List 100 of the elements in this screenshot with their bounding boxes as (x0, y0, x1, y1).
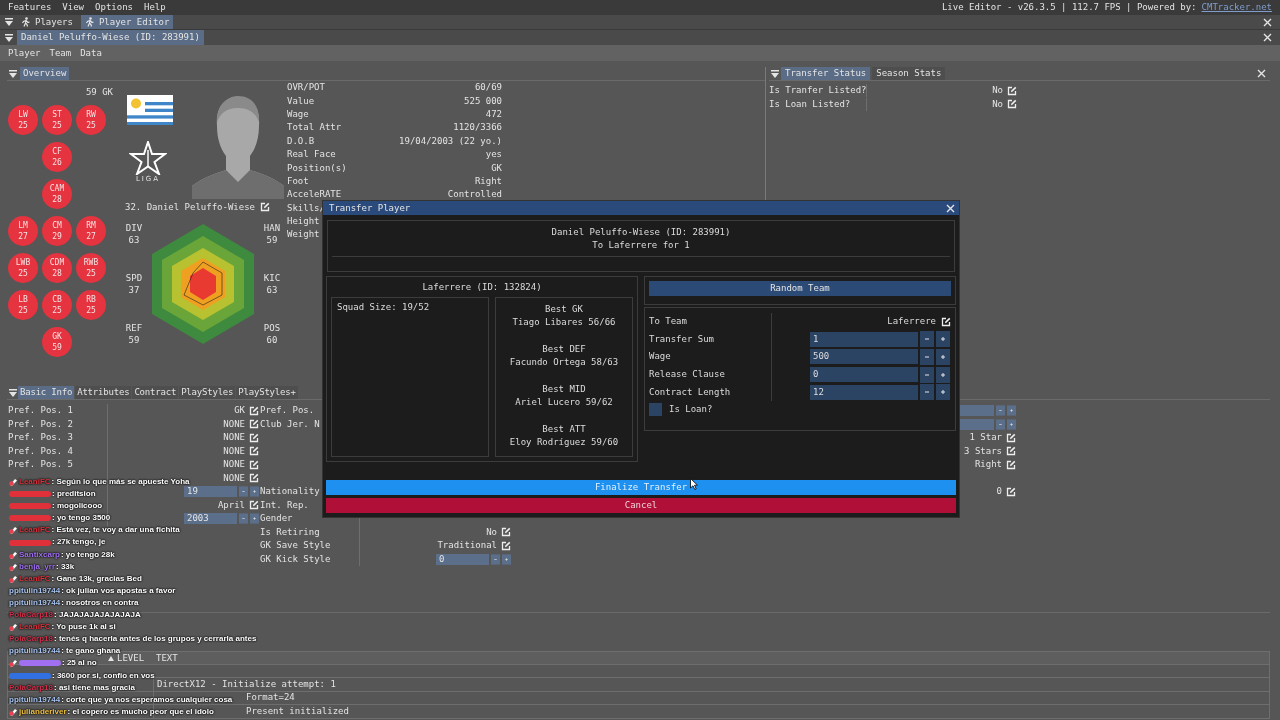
minus-button[interactable] (491, 553, 500, 565)
edit-icon[interactable] (1007, 99, 1017, 110)
position-badge[interactable]: CM 29 (42, 216, 72, 246)
edit-icon[interactable] (249, 459, 259, 470)
stat-value: 63 (128, 234, 140, 246)
edit-icon[interactable] (249, 446, 259, 457)
link[interactable]: CMTracker.net (1201, 1, 1272, 14)
plus-button[interactable] (936, 349, 950, 365)
position-badge[interactable]: CF 26 (42, 142, 72, 172)
field-value: No (992, 97, 1003, 111)
menu-item[interactable]: Data (80, 46, 102, 60)
column-header[interactable]: TEXT (156, 651, 178, 665)
position-badge[interactable]: LB 25 (8, 290, 38, 320)
number-field[interactable]: 19 (184, 486, 237, 498)
edit-icon[interactable] (1006, 446, 1016, 457)
minus-button[interactable] (239, 486, 248, 498)
plus-button[interactable] (1007, 418, 1016, 430)
sort-icon[interactable] (108, 655, 114, 661)
position-badge[interactable]: RB 25 (76, 290, 106, 320)
edit-icon[interactable] (249, 473, 259, 484)
edit-icon[interactable] (501, 540, 511, 551)
chat-username[interactable]: ppitulin19744 (9, 596, 61, 610)
minus-button[interactable] (920, 384, 934, 401)
menu-item[interactable]: Features (8, 1, 52, 14)
tab[interactable]: Daniel Peluffo-Wiese (ID: 283991) (17, 30, 204, 45)
number-field[interactable]: 1 (810, 331, 918, 347)
tab[interactable]: Attributes (75, 386, 132, 399)
minus-button[interactable] (239, 513, 248, 525)
random-team-button[interactable]: Random Team (649, 281, 951, 296)
menu-item[interactable]: Options (95, 1, 133, 14)
edit-icon[interactable] (1006, 486, 1016, 497)
menu-item[interactable]: Player (8, 46, 41, 60)
menu-item[interactable]: View (62, 1, 85, 14)
chat-message: : el copero es mucho peor que el idolo (67, 705, 214, 718)
minus-button[interactable] (996, 405, 1005, 417)
tab[interactable]: Contract (132, 386, 179, 399)
chat-username[interactable]: julianderiver (19, 705, 67, 718)
tab[interactable]: Player Editor (80, 15, 174, 29)
collapse-icon[interactable] (9, 69, 17, 78)
close-icon[interactable] (1263, 17, 1272, 27)
minus-button[interactable] (920, 349, 934, 365)
edit-icon[interactable] (249, 405, 259, 416)
chat-username[interactable]: ppitulin19744 (9, 693, 61, 706)
plus-button[interactable] (1007, 405, 1016, 417)
stat-label: HAN (263, 222, 281, 234)
menu-item[interactable]: Help (144, 1, 166, 14)
edit-icon[interactable] (1006, 432, 1016, 443)
plus-button[interactable] (936, 331, 950, 348)
field-value: Right (974, 458, 1002, 472)
collapse-icon[interactable] (5, 18, 13, 26)
edit-icon[interactable] (941, 316, 951, 327)
position-badge[interactable]: LM 27 (8, 216, 38, 246)
edit-icon[interactable] (249, 432, 259, 443)
edit-icon[interactable] (260, 202, 271, 212)
checkbox[interactable] (649, 403, 662, 417)
edit-icon[interactable] (249, 419, 259, 430)
close-icon[interactable] (1257, 69, 1266, 78)
position-badge[interactable]: ST 25 (42, 105, 72, 135)
position-badge[interactable]: CB 25 (42, 290, 72, 320)
number-field[interactable]: 2003 (184, 513, 237, 525)
tab[interactable]: Season Stats (872, 67, 946, 80)
number-field[interactable]: 0 (810, 367, 918, 383)
position-badge[interactable]: CDM 28 (42, 253, 72, 283)
collapse-icon[interactable] (5, 33, 13, 42)
menu-item[interactable]: Team (49, 46, 72, 60)
number-field[interactable]: 0 (436, 553, 489, 565)
minus-button[interactable] (920, 366, 934, 383)
position-badge[interactable]: LWB 25 (8, 253, 38, 283)
chat-username[interactable]: ppitulin19744 (9, 645, 61, 658)
collapse-icon[interactable] (9, 388, 17, 397)
number-field[interactable]: 12 (810, 384, 918, 400)
minus-button[interactable] (996, 418, 1005, 430)
tab[interactable]: Basic Info (18, 386, 75, 399)
plus-button[interactable] (250, 486, 259, 498)
close-icon[interactable] (946, 203, 955, 213)
edit-icon[interactable] (501, 527, 511, 538)
edit-icon[interactable] (1006, 459, 1016, 470)
plus-button[interactable] (502, 553, 511, 565)
edit-icon[interactable] (249, 500, 259, 511)
tab[interactable]: PlayStyles+ (236, 386, 298, 399)
position-badge[interactable]: RW 25 (76, 105, 106, 135)
position-badge[interactable]: GK 59 (42, 327, 72, 357)
plus-button[interactable] (936, 384, 950, 401)
tab[interactable]: PlayStyles (179, 386, 236, 399)
position-badge[interactable]: RM 27 (76, 216, 106, 246)
plus-button[interactable] (936, 366, 950, 383)
close-icon[interactable] (1263, 33, 1272, 42)
position-badge[interactable]: CAM 28 (42, 179, 72, 209)
tab[interactable]: Transfer Status (781, 67, 871, 80)
collapse-icon[interactable] (771, 69, 779, 78)
edit-icon[interactable] (1007, 85, 1017, 96)
plus-button[interactable] (250, 513, 259, 525)
minus-button[interactable] (920, 331, 934, 348)
position-badge[interactable]: LW 25 (8, 105, 38, 135)
position-badge[interactable]: RWB 25 (76, 253, 106, 283)
chat-username[interactable]: ppitulin19744 (9, 584, 61, 597)
tab[interactable]: Overview (20, 67, 70, 80)
number-field[interactable]: 500 (810, 349, 918, 365)
finalize-transfer-button[interactable]: Finalize Transfer (326, 480, 956, 495)
cancel-button[interactable]: Cancel (326, 498, 956, 513)
